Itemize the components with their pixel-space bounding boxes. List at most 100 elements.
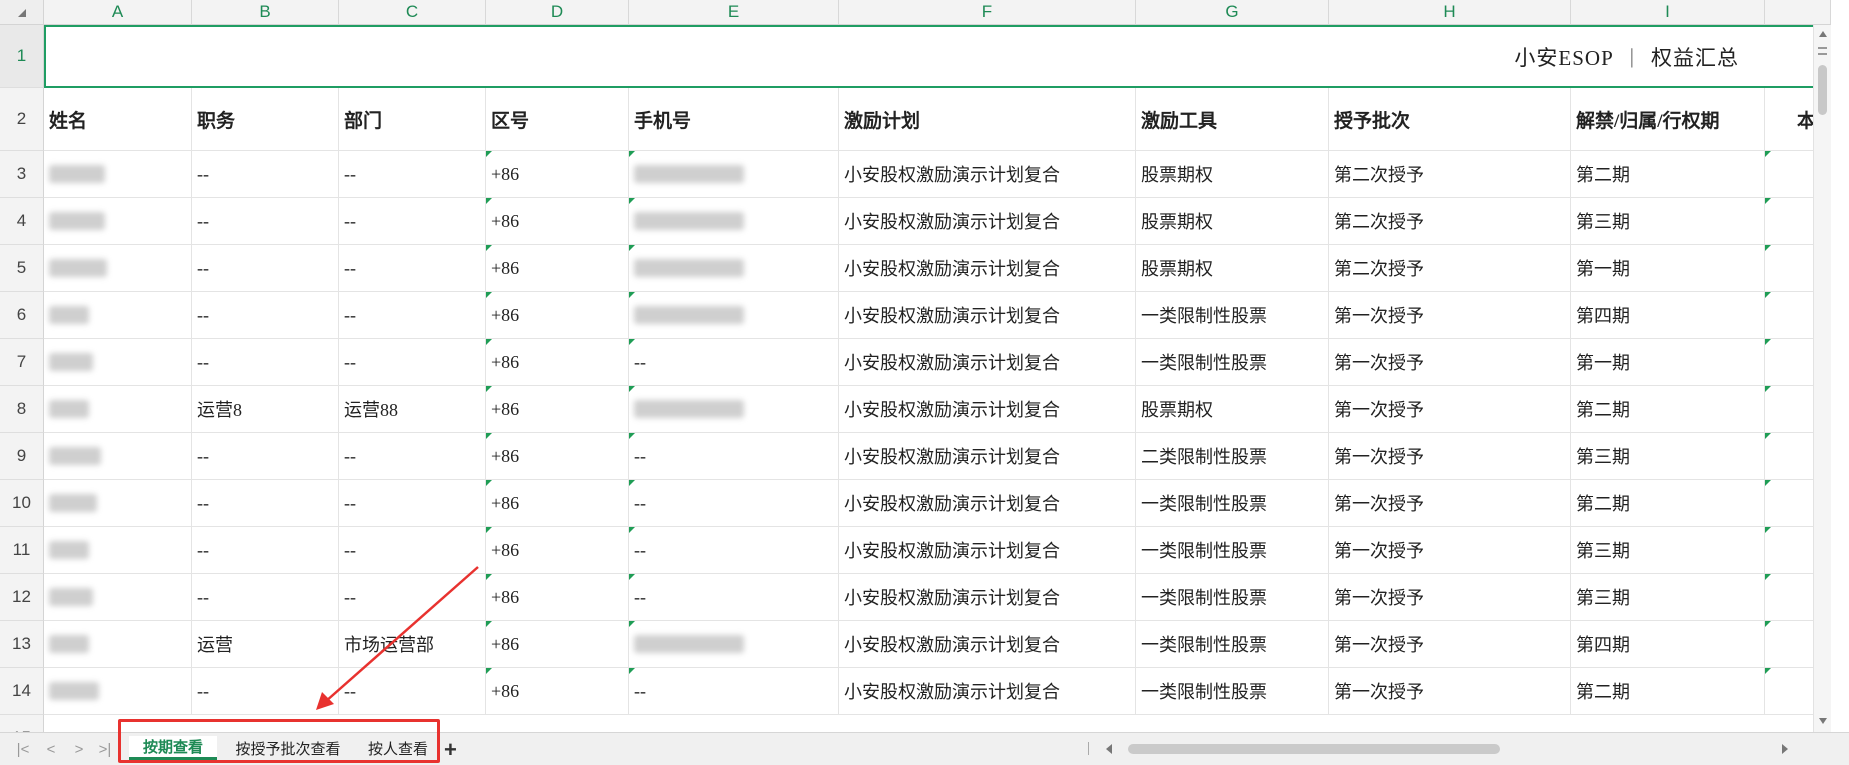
cell-phone[interactable] (629, 292, 839, 339)
cell-name[interactable] (44, 574, 192, 621)
cell-name[interactable] (44, 480, 192, 527)
cell-batch[interactable]: 第一次授予 (1329, 574, 1571, 621)
row-header-1[interactable]: 1 (0, 25, 44, 88)
cell-batch[interactable]: 第二次授予 (1329, 245, 1571, 292)
cell-period[interactable]: 第三期 (1571, 574, 1765, 621)
row-header[interactable]: 13 (0, 621, 44, 668)
row-header[interactable]: 11 (0, 527, 44, 574)
cell-title[interactable]: 运营 (192, 621, 339, 668)
cell-area-code[interactable]: +86 (486, 480, 629, 527)
cell-title[interactable]: -- (192, 433, 339, 480)
cell-department[interactable]: -- (339, 668, 486, 715)
scroll-right-icon[interactable] (1782, 744, 1788, 754)
last-sheet-icon[interactable]: >| (94, 739, 116, 759)
cell-plan[interactable]: 小安股权激励演示计划复合 (839, 574, 1136, 621)
cell-plan[interactable]: 小安股权激励演示计划复合 (839, 151, 1136, 198)
cell-batch[interactable]: 第二次授予 (1329, 198, 1571, 245)
cell-department[interactable]: -- (339, 151, 486, 198)
cell-title[interactable]: -- (192, 151, 339, 198)
cell-title[interactable]: -- (192, 527, 339, 574)
cell-title[interactable]: 运营8 (192, 386, 339, 433)
cell-area-code[interactable]: +86 (486, 527, 629, 574)
title-merged-cell[interactable]: 小安ESOP | 权益汇总 (44, 25, 1831, 88)
cell-tool[interactable]: 一类限制性股票 (1136, 339, 1329, 386)
row-header[interactable]: 15 (0, 715, 44, 732)
cell-title[interactable]: -- (192, 292, 339, 339)
cell-department[interactable]: -- (339, 433, 486, 480)
cell-batch[interactable]: 第一次授予 (1329, 433, 1571, 480)
header-phone[interactable]: 手机号 (629, 88, 839, 151)
cell-phone[interactable]: -- (629, 480, 839, 527)
cell-title[interactable]: -- (192, 198, 339, 245)
row-header[interactable]: 8 (0, 386, 44, 433)
cell-period[interactable]: 第一期 (1571, 339, 1765, 386)
row-header[interactable]: 14 (0, 668, 44, 715)
cell-phone[interactable] (629, 386, 839, 433)
column-header-a[interactable]: A (44, 0, 192, 25)
tab-by-period[interactable]: 按期查看 (129, 736, 217, 760)
horizontal-scrollbar[interactable] (1088, 741, 1788, 757)
cell-name[interactable] (44, 433, 192, 480)
cell-tool[interactable]: 一类限制性股票 (1136, 480, 1329, 527)
cell-phone[interactable] (629, 198, 839, 245)
vertical-scroll-thumb[interactable] (1818, 65, 1827, 115)
cell-batch[interactable]: 第一次授予 (1329, 292, 1571, 339)
cell-period[interactable]: 第三期 (1571, 198, 1765, 245)
row-header[interactable]: 12 (0, 574, 44, 621)
cell-tool[interactable]: 股票期权 (1136, 245, 1329, 292)
cell-name[interactable] (44, 527, 192, 574)
cell-batch[interactable]: 第一次授予 (1329, 527, 1571, 574)
cell-area-code[interactable]: +86 (486, 151, 629, 198)
header-name[interactable]: 姓名 (44, 88, 192, 151)
cell-plan[interactable]: 小安股权激励演示计划复合 (839, 433, 1136, 480)
cell-tool[interactable]: 股票期权 (1136, 151, 1329, 198)
cell-department[interactable]: -- (339, 339, 486, 386)
cell-department[interactable]: 运营88 (339, 386, 486, 433)
column-header-f[interactable]: F (839, 0, 1136, 25)
cell-department[interactable]: -- (339, 292, 486, 339)
cell-period[interactable]: 第二期 (1571, 151, 1765, 198)
cell-plan[interactable]: 小安股权激励演示计划复合 (839, 480, 1136, 527)
cell-period[interactable]: 第二期 (1571, 480, 1765, 527)
add-sheet-button[interactable]: + (444, 737, 457, 763)
cell-name[interactable] (44, 386, 192, 433)
scroll-left-icon[interactable] (1106, 744, 1112, 754)
cell-phone[interactable] (629, 621, 839, 668)
cell-phone[interactable] (629, 245, 839, 292)
cell-department[interactable]: -- (339, 245, 486, 292)
cell-area-code[interactable]: +86 (486, 245, 629, 292)
cell-tool[interactable]: 股票期权 (1136, 198, 1329, 245)
header-period[interactable]: 解禁/归属/行权期 (1571, 88, 1765, 151)
row-header[interactable]: 3 (0, 151, 44, 198)
cell-area-code[interactable]: +86 (486, 198, 629, 245)
column-header-g[interactable]: G (1136, 0, 1329, 25)
cell-area-code[interactable]: +86 (486, 292, 629, 339)
column-header-b[interactable]: B (192, 0, 339, 25)
tab-by-person[interactable]: 按人查看 (359, 736, 437, 760)
cell-area-code[interactable]: +86 (486, 574, 629, 621)
row-header[interactable]: 9 (0, 433, 44, 480)
cell-name[interactable] (44, 339, 192, 386)
cell-name[interactable] (44, 292, 192, 339)
cell-batch[interactable]: 第二次授予 (1329, 151, 1571, 198)
cell-period[interactable]: 第二期 (1571, 386, 1765, 433)
cell-area-code[interactable]: +86 (486, 386, 629, 433)
cell-period[interactable]: 第三期 (1571, 433, 1765, 480)
cell-tool[interactable]: 二类限制性股票 (1136, 433, 1329, 480)
cell-name[interactable] (44, 245, 192, 292)
cell-plan[interactable]: 小安股权激励演示计划复合 (839, 386, 1136, 433)
scroll-up-icon[interactable] (1819, 31, 1827, 37)
cell-title[interactable]: -- (192, 245, 339, 292)
cell-name[interactable] (44, 668, 192, 715)
cell-phone[interactable]: -- (629, 339, 839, 386)
cell-batch[interactable]: 第一次授予 (1329, 621, 1571, 668)
header-tool[interactable]: 激励工具 (1136, 88, 1329, 151)
column-header-h[interactable]: H (1329, 0, 1571, 25)
cell-tool[interactable]: 一类限制性股票 (1136, 292, 1329, 339)
cell-department[interactable]: -- (339, 574, 486, 621)
column-header-d[interactable]: D (486, 0, 629, 25)
cell-area-code[interactable]: +86 (486, 668, 629, 715)
cell-plan[interactable]: 小安股权激励演示计划复合 (839, 621, 1136, 668)
cell-period[interactable]: 第四期 (1571, 621, 1765, 668)
cell-tool[interactable]: 一类限制性股票 (1136, 621, 1329, 668)
